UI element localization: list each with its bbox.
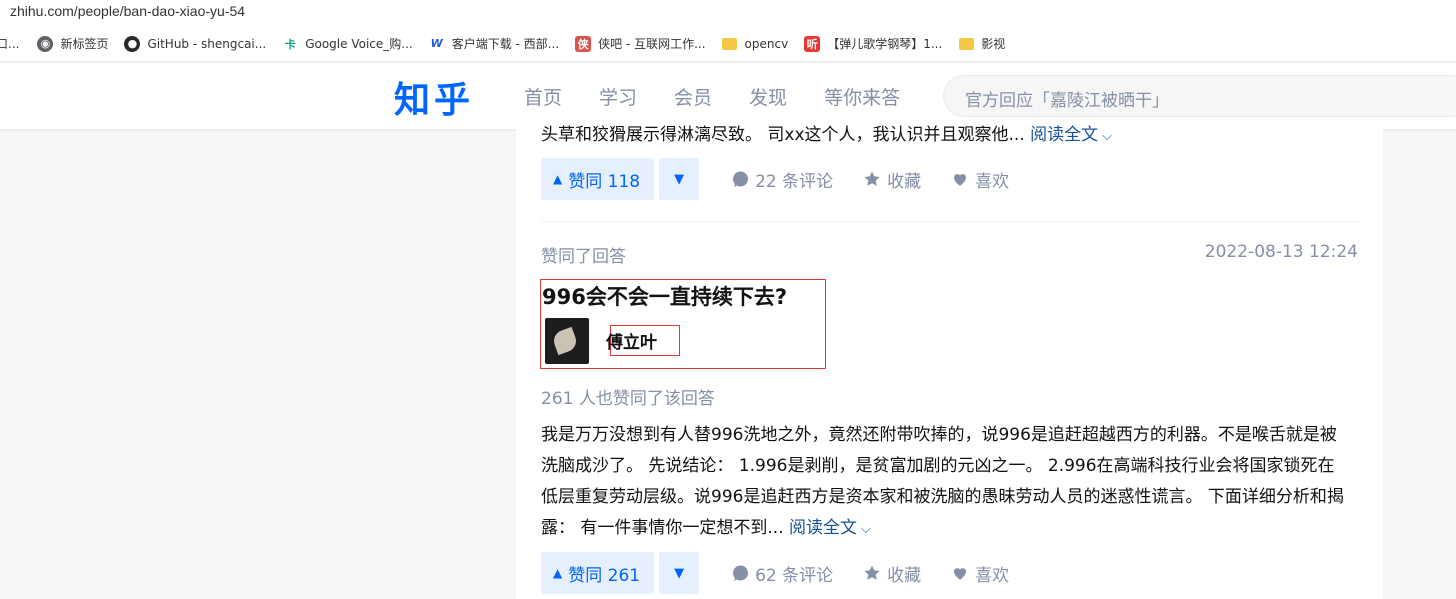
bookmark-label: 【弹儿歌学钢琴】1... — [827, 37, 943, 51]
upvote-label: 赞同 261 — [568, 565, 641, 586]
listen-icon: 听 — [804, 35, 821, 52]
folder-icon — [958, 36, 974, 52]
nav-waiting-answers[interactable]: 等你来答 — [824, 83, 900, 110]
like-label: 喜欢 — [975, 565, 1010, 586]
author-name[interactable]: 傅立叶 — [606, 328, 657, 353]
avatar-leaf-shape — [550, 326, 580, 356]
bookmark-video[interactable]: 影视 — [958, 35, 1005, 52]
heart-icon — [951, 564, 969, 582]
url-text[interactable]: zhihu.com/people/ban-dao-xiao-yu-54 — [10, 3, 245, 19]
like-label: 喜欢 — [975, 171, 1010, 192]
triangle-down-icon: ▼ — [674, 171, 685, 187]
bookmark-label: 客户端下载 - 西部... — [451, 37, 560, 51]
excerpt-text: 我是万万没想到有人替996洗地之外，竟然还附带吹捧的，说996是追赶超越西方的利… — [541, 425, 1344, 538]
bookmark-client-download[interactable]: W 客户端下载 - 西部... — [429, 35, 559, 52]
triangle-up-icon: ▲ — [553, 566, 563, 580]
xiaba-icon: 侠 — [575, 35, 592, 52]
nav-learn[interactable]: 学习 — [599, 83, 637, 110]
bookmark-label: 口... — [0, 37, 20, 51]
upvote-button[interactable]: ▲ 赞同 118 — [541, 158, 655, 200]
comment-icon — [731, 170, 749, 188]
collect-label: 收藏 — [887, 565, 922, 586]
read-full-label: 阅读全文 — [1030, 125, 1099, 145]
bookmark-label: 影视 — [981, 37, 1006, 51]
bookmark-label: Google Voice_购... — [305, 37, 413, 51]
zhihu-logo[interactable]: 知乎 — [394, 71, 474, 123]
bookmark-google-voice[interactable]: 卡 Google Voice_购... — [282, 35, 413, 52]
upvote-button[interactable]: ▲ 赞同 261 — [541, 552, 655, 594]
chevron-down-icon: ⌵ — [1102, 129, 1113, 144]
bookmark-label: GitHub - shengcai... — [147, 36, 267, 51]
read-full-link[interactable]: 阅读全文 ⌵ — [1030, 125, 1112, 145]
triangle-down-icon: ▼ — [674, 565, 685, 581]
collect-button[interactable]: 收藏 — [863, 167, 921, 192]
comment-button[interactable]: 62 条评论 — [731, 561, 833, 586]
answer-excerpt[interactable]: 头草和狡猾展示得淋漓尽致。 司xx这个人，我认识并且观察他... 阅读全文 ⌵ — [541, 120, 1351, 152]
comment-label: 22 条评论 — [755, 171, 834, 192]
item-divider — [541, 221, 1358, 222]
star-icon — [863, 564, 881, 582]
bookmark-new-tab[interactable]: ◉ 新标签页 — [37, 35, 108, 52]
bookmark-app[interactable]: 口... — [0, 35, 19, 52]
downvote-button[interactable]: ▼ — [659, 552, 700, 594]
w-icon: W — [430, 37, 443, 50]
question-title[interactable]: 996会不会一直持续下去? — [542, 281, 787, 311]
read-full-link[interactable]: 阅读全文 ⌵ — [789, 518, 871, 538]
github-icon: ● — [124, 35, 141, 52]
nav-home[interactable]: 首页 — [524, 83, 562, 110]
bookmark-github[interactable]: ● GitHub - shengcai... — [124, 35, 267, 52]
read-full-label: 阅读全文 — [789, 518, 858, 538]
search-input[interactable]: 官方回应「嘉陵江被晒干」 — [943, 75, 1456, 117]
downvote-button[interactable]: ▼ — [659, 158, 700, 200]
address-bar[interactable]: zhihu.com/people/ban-dao-xiao-yu-54 — [0, 0, 1456, 26]
globe-icon: ◉ — [37, 35, 54, 52]
like-button[interactable]: 喜欢 — [951, 167, 1009, 192]
collect-button[interactable]: 收藏 — [863, 561, 921, 586]
author-highlight-box: 傅立叶 — [606, 325, 680, 356]
folder-icon — [722, 36, 738, 52]
activity-type-label: 赞同了回答 — [541, 247, 626, 267]
search-placeholder: 官方回应「嘉陵江被晒干」 — [965, 91, 1169, 111]
activity-timestamp: 2022-08-13 12:24 — [1204, 242, 1358, 262]
bookmark-label: 侠吧 - 互联网工作... — [598, 37, 706, 51]
bookmarks-bar: 口... ◉ 新标签页 ● GitHub - shengcai... 卡 Goo… — [0, 26, 1456, 62]
nav-vip[interactable]: 会员 — [674, 83, 712, 110]
nav-discover[interactable]: 发现 — [749, 83, 787, 110]
heart-icon — [951, 170, 969, 188]
action-bar: ▲ 赞同 261 ▼ 62 条评论 收藏 喜欢 — [541, 552, 1009, 594]
main-nav: 首页 学习 会员 发现 等你来答 — [524, 83, 937, 110]
activity-feed-card: 头草和狡猾展示得淋漓尽致。 司xx这个人，我认识并且观察他... 阅读全文 ⌵ ▲… — [516, 125, 1383, 599]
answer-excerpt[interactable]: 我是万万没想到有人替996洗地之外，竟然还附带吹捧的，说996是追赶超越西方的利… — [541, 420, 1351, 545]
vote-count-text: 261 人也赞同了该回答 — [541, 389, 715, 409]
question-highlight-box: 996会不会一直持续下去? 傅立叶 — [540, 279, 826, 369]
bookmark-piano[interactable]: 听 【弹儿歌学钢琴】1... — [804, 35, 942, 52]
excerpt-text: 头草和狡猾展示得淋漓尽致。 司xx这个人，我认识并且观察他... — [541, 125, 1025, 145]
bookmark-opencv[interactable]: opencv — [722, 36, 789, 52]
like-button[interactable]: 喜欢 — [951, 561, 1009, 586]
card-icon: 卡 — [284, 37, 296, 51]
triangle-up-icon: ▲ — [553, 172, 563, 186]
bookmark-label: opencv — [744, 36, 789, 51]
comment-icon — [731, 564, 749, 582]
chevron-down-icon: ⌵ — [861, 522, 871, 537]
bookmark-label: 新标签页 — [60, 37, 109, 51]
collect-label: 收藏 — [887, 171, 922, 192]
comment-label: 62 条评论 — [755, 565, 834, 586]
star-icon — [863, 170, 881, 188]
avatar[interactable] — [545, 318, 589, 364]
bookmark-xiaba[interactable]: 侠 侠吧 - 互联网工作... — [575, 35, 706, 52]
comment-button[interactable]: 22 条评论 — [731, 167, 833, 192]
upvote-label: 赞同 118 — [568, 171, 641, 192]
action-bar: ▲ 赞同 118 ▼ 22 条评论 收藏 喜欢 — [541, 158, 1009, 200]
